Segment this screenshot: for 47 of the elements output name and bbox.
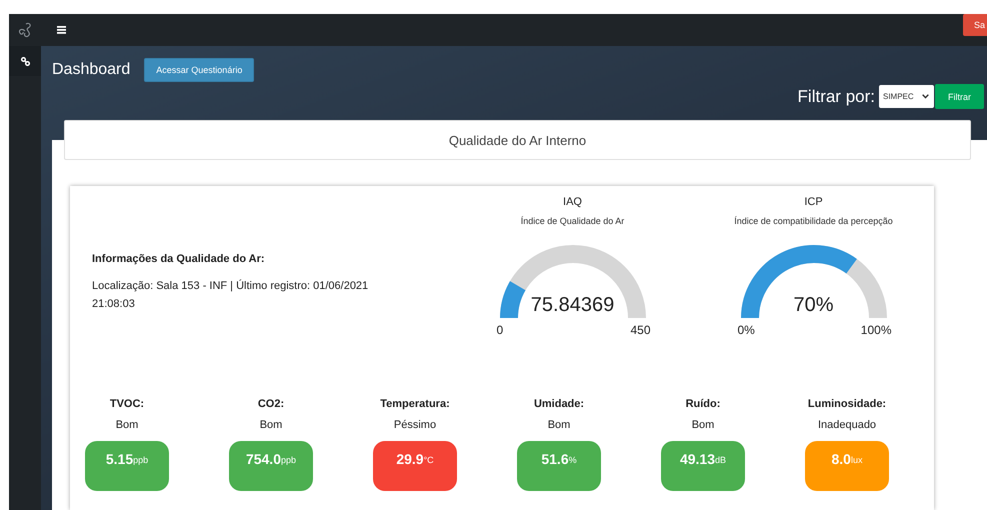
metric-unit: ppb <box>133 455 148 465</box>
metric-value: 5.15 <box>106 451 134 467</box>
logout-button[interactable]: Sa <box>963 14 987 36</box>
questionnaire-button[interactable]: Acessar Questionário <box>144 58 254 82</box>
metric-label: Umidade: <box>534 398 584 410</box>
metric-value: 49.13 <box>680 451 716 467</box>
filter-label: Filtrar por: <box>798 86 875 106</box>
metric-status: Bom <box>260 419 282 431</box>
gauge-title: IAQ <box>563 196 582 208</box>
metric-unit: % <box>568 455 577 465</box>
metric-value: 29.9 <box>396 451 424 467</box>
page-title: Dashboard <box>52 61 130 79</box>
gauge-min: 0% <box>738 323 755 337</box>
gauge-subtitle: Índice de Qualidade do Ar <box>520 216 624 226</box>
metric-value: 51.6 <box>541 451 569 467</box>
info-text: Localização: Sala 153 - INF | Último registro: 01/06/2021 21:08:03 <box>92 278 370 312</box>
gauge-value: 70% <box>793 294 834 316</box>
metric-status: Bom <box>692 419 714 431</box>
metric-label: Ruído: <box>686 398 720 410</box>
metric-label: TVOC: <box>110 398 144 410</box>
metric-status: Bom <box>548 419 570 431</box>
metric-status: Inadequado <box>818 419 876 431</box>
gauge-min: 0 <box>496 323 504 337</box>
chevron-icon <box>922 94 929 99</box>
filter-select[interactable]: SIMPEC <box>879 85 934 108</box>
metric-unit: dB <box>715 455 726 465</box>
metric-status: Bom <box>116 419 138 431</box>
metric-unit: ppb <box>281 455 296 465</box>
metric-value: 8.0 <box>832 451 851 467</box>
menu-icon[interactable] <box>57 26 66 34</box>
gauge-max: 450 <box>630 323 650 337</box>
filter-button[interactable]: Filtrar <box>935 84 984 109</box>
panel-header: Qualidade do Ar Interno <box>64 120 971 160</box>
metric-label: Luminosidade: <box>808 398 886 410</box>
gauge-max: 100% <box>860 323 892 337</box>
info-title: Informações da Qualidade do Ar: <box>92 253 266 265</box>
metric-unit: °C <box>424 455 434 465</box>
metric-label: CO2: <box>258 398 284 410</box>
metric-unit: lux <box>850 455 862 465</box>
gauge-fill <box>500 282 526 318</box>
gauge-title: ICP <box>804 196 823 208</box>
metric-value: 754.0 <box>246 451 281 467</box>
link-icon[interactable] <box>20 56 30 66</box>
metric-label: Temperatura: <box>380 398 450 410</box>
gauge-subtitle: Índice de compatibilidade da percepção <box>734 216 893 226</box>
metric-status: Péssimo <box>394 419 436 431</box>
gauge-value: 75.84369 <box>530 294 614 316</box>
